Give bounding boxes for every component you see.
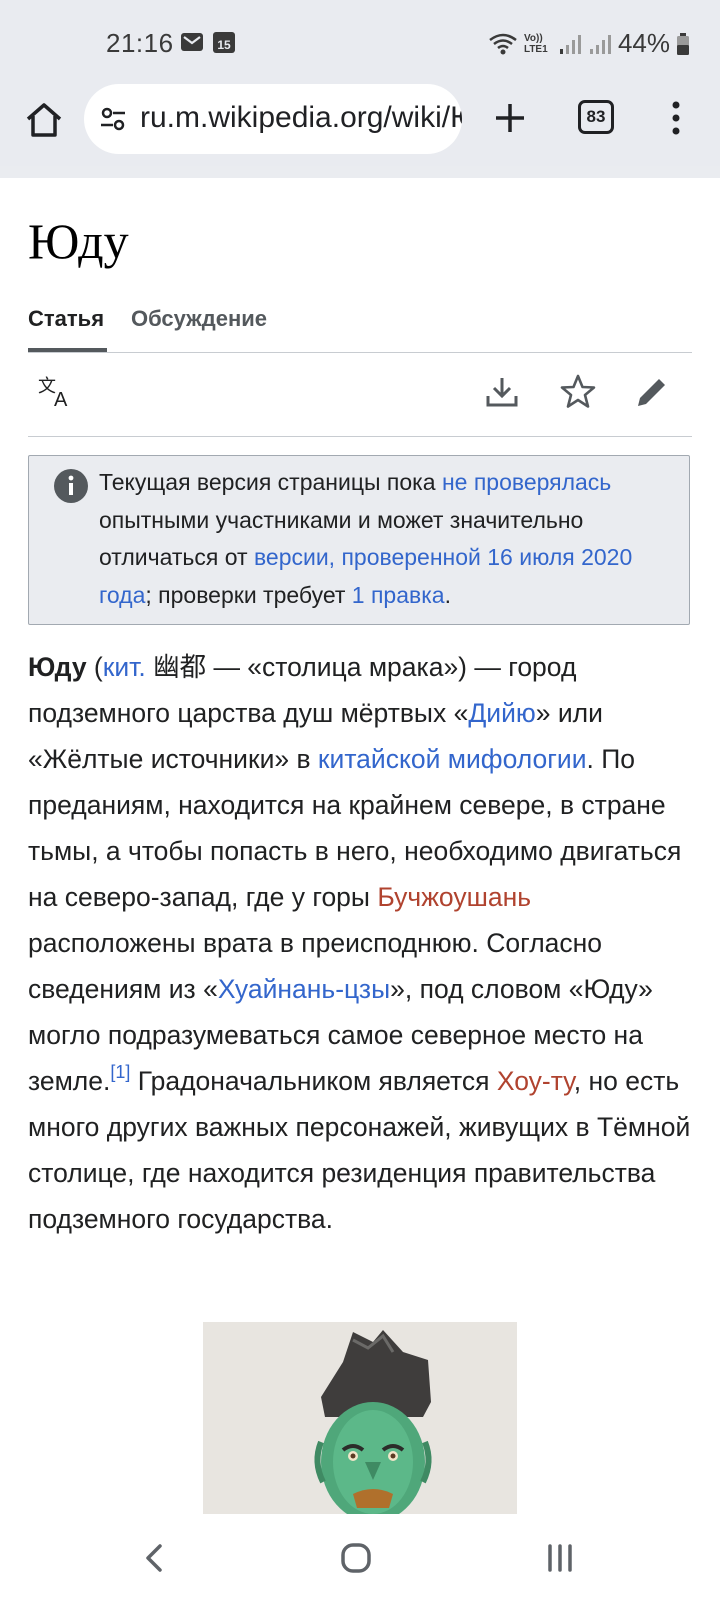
notice-text-1: Текущая версия страницы пока (99, 469, 442, 495)
gmail-icon (181, 33, 203, 51)
article-image[interactable] (203, 1322, 517, 1514)
status-bar: 21:16 15 Vo)) LTE1 44% (0, 0, 720, 84)
svg-text:15: 15 (217, 38, 231, 52)
site-settings-icon[interactable] (98, 104, 128, 134)
link-not-reviewed[interactable]: не проверялась (442, 469, 611, 495)
more-options-icon[interactable] (664, 96, 688, 140)
notice-text: Текущая версия страницы пока не проверял… (99, 464, 669, 614)
signal-icon (559, 34, 581, 54)
battery-percent: 44% (617, 28, 670, 58)
article-paragraph: Юду (кит. 幽都 — «столица мрака») — город … (28, 644, 700, 1242)
edit-pencil-icon[interactable] (632, 372, 672, 412)
battery-icon (677, 32, 689, 55)
redlink-buzhoushan[interactable]: Бучжоушань (377, 882, 531, 912)
link-kit[interactable]: кит. (103, 652, 146, 682)
link-pending-edit[interactable]: 1 правка (352, 582, 445, 608)
browser-toolbar: ru.m.wikipedia.org/wiki/Юду 83 (0, 84, 720, 168)
link-chinese-mythology[interactable]: китайской мифологии (318, 744, 587, 774)
info-icon (54, 469, 88, 503)
watch-star-icon[interactable] (558, 372, 598, 412)
back-icon[interactable] (136, 1538, 176, 1578)
reference-1[interactable]: [1] (110, 1062, 130, 1082)
calendar-15-icon: 15 (213, 32, 235, 53)
wifi-icon (489, 33, 517, 54)
page-top-strip (0, 166, 720, 178)
pending-changes-notice: Текущая версия страницы пока не проверял… (28, 455, 690, 625)
download-icon[interactable] (482, 372, 522, 412)
language-icon[interactable]: 文 A (36, 372, 76, 412)
article-subject: Юду (28, 652, 87, 682)
tab-article[interactable]: Статья (28, 306, 104, 332)
tab-switcher-button[interactable]: 83 (578, 100, 614, 134)
page-actions-toolbar: 文 A (28, 352, 692, 437)
volte-lte1-icon: Vo)) LTE1 (523, 32, 548, 55)
svg-text:A: A (54, 389, 68, 411)
page-title: Юду (28, 213, 129, 269)
signal-2-icon (589, 34, 611, 54)
home-icon[interactable] (22, 98, 66, 142)
address-bar[interactable]: ru.m.wikipedia.org/wiki/Юду (84, 84, 462, 154)
new-tab-icon[interactable] (488, 96, 532, 140)
text-span: Градоначальником является (130, 1066, 497, 1096)
notice-text-3: ; проверки требует (145, 581, 352, 608)
tab-discussion[interactable]: Обсуждение (131, 306, 267, 332)
text-span: ( (86, 652, 103, 682)
status-time: 21:16 (106, 28, 174, 58)
recent-apps-icon[interactable] (540, 1538, 580, 1578)
home-nav-icon[interactable] (336, 1538, 376, 1578)
statue-image (203, 1322, 517, 1514)
link-huainanzi[interactable]: Хуайнань-цзы (218, 974, 390, 1004)
link-diyu[interactable]: Дийю (468, 698, 535, 728)
url-text[interactable]: ru.m.wikipedia.org/wiki/Юду (140, 101, 462, 135)
page-tabs: Статья Обсуждение (28, 294, 692, 353)
system-navigation-bar (0, 1514, 720, 1600)
notice-text-4: . (444, 581, 451, 608)
redlink-houtu[interactable]: Хоу-ту (497, 1066, 574, 1096)
status-right-group: Vo)) LTE1 44% (488, 28, 690, 59)
